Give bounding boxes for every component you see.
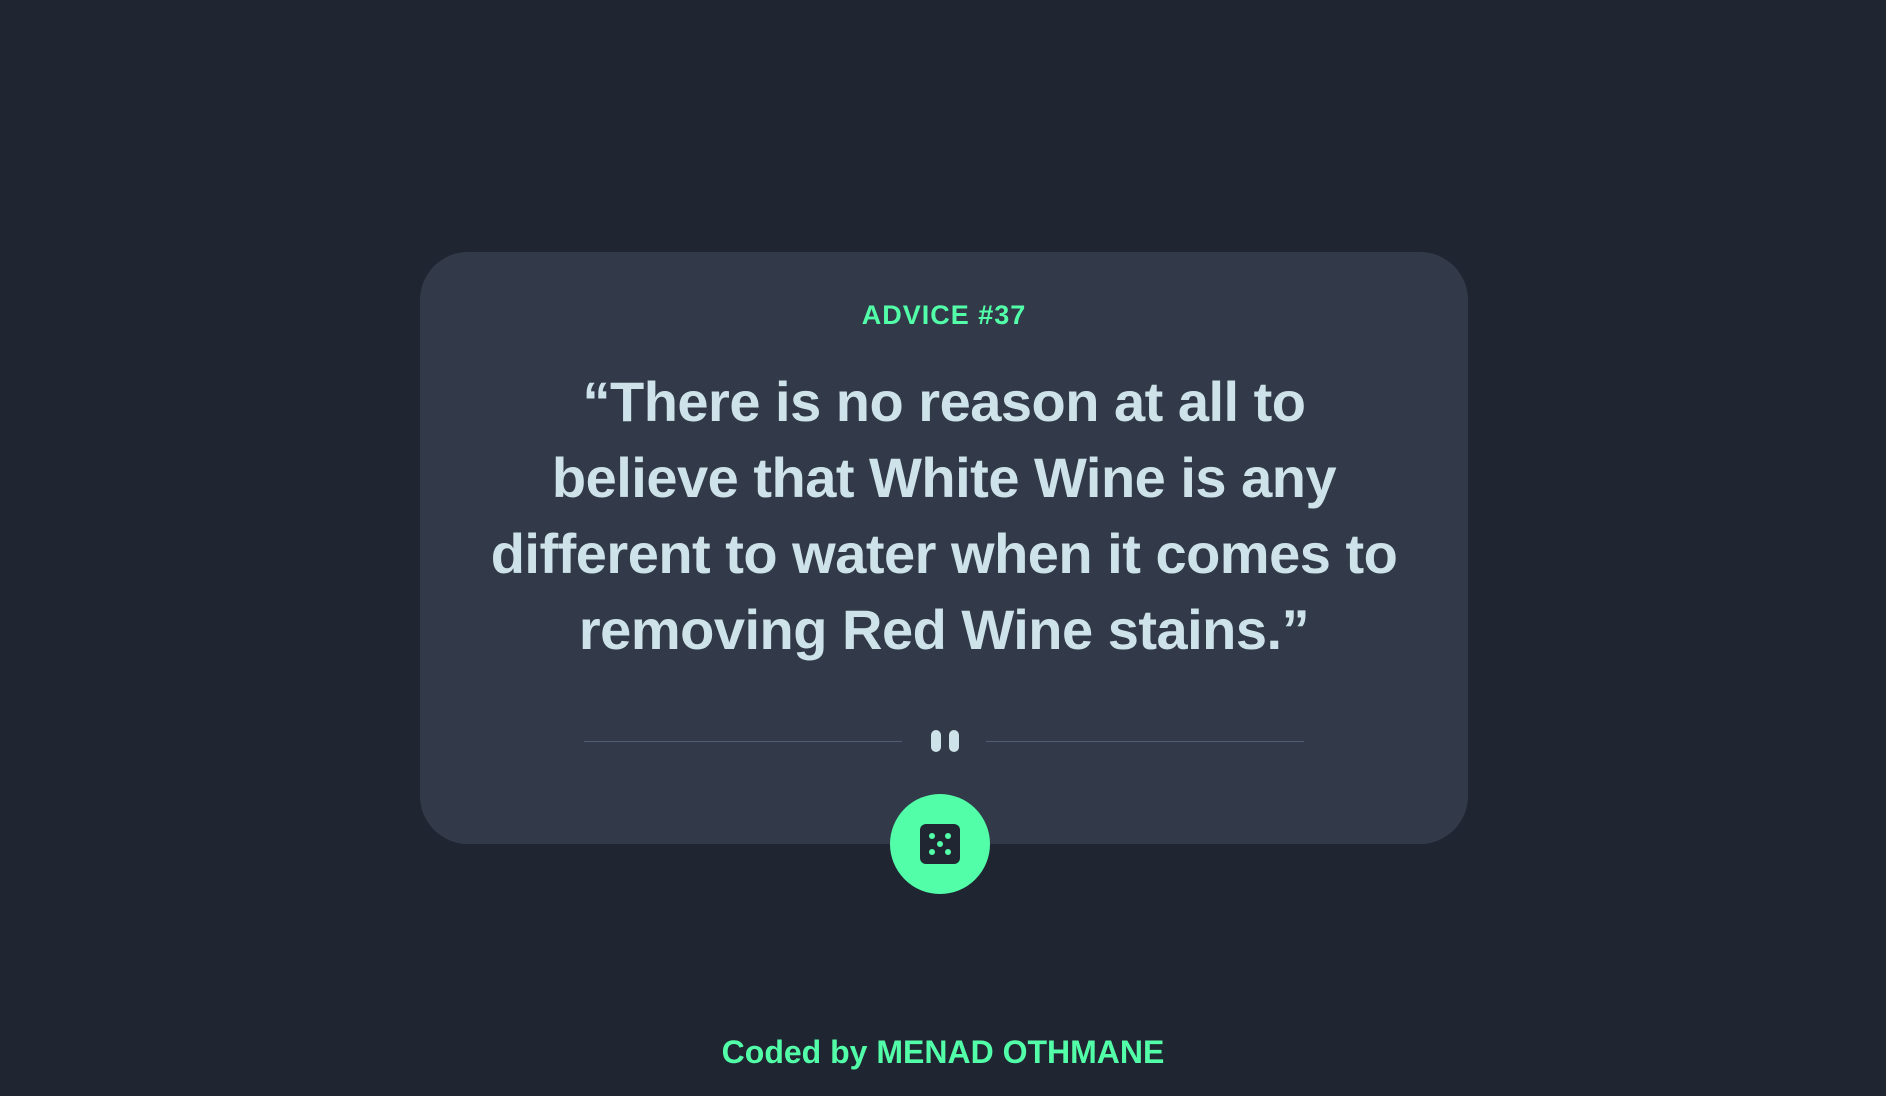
generate-advice-button[interactable]: [890, 794, 990, 894]
advice-quote: “There is no reason at all to believe th…: [490, 370, 1398, 661]
divider: [584, 726, 1304, 756]
page: ADVICE #37 “There is no reason at all to…: [0, 0, 1886, 1096]
divider-line-right: [986, 741, 1304, 742]
divider-line-left: [584, 741, 902, 742]
footer-credit: Coded by MENAD OTHMANE: [721, 1034, 1165, 1070]
advice-card: ADVICE #37 “There is no reason at all to…: [420, 252, 1468, 844]
advice-id: ADVICE #37: [861, 300, 1027, 330]
pause-quote-icon: [927, 730, 963, 752]
dice-icon: [920, 824, 960, 864]
